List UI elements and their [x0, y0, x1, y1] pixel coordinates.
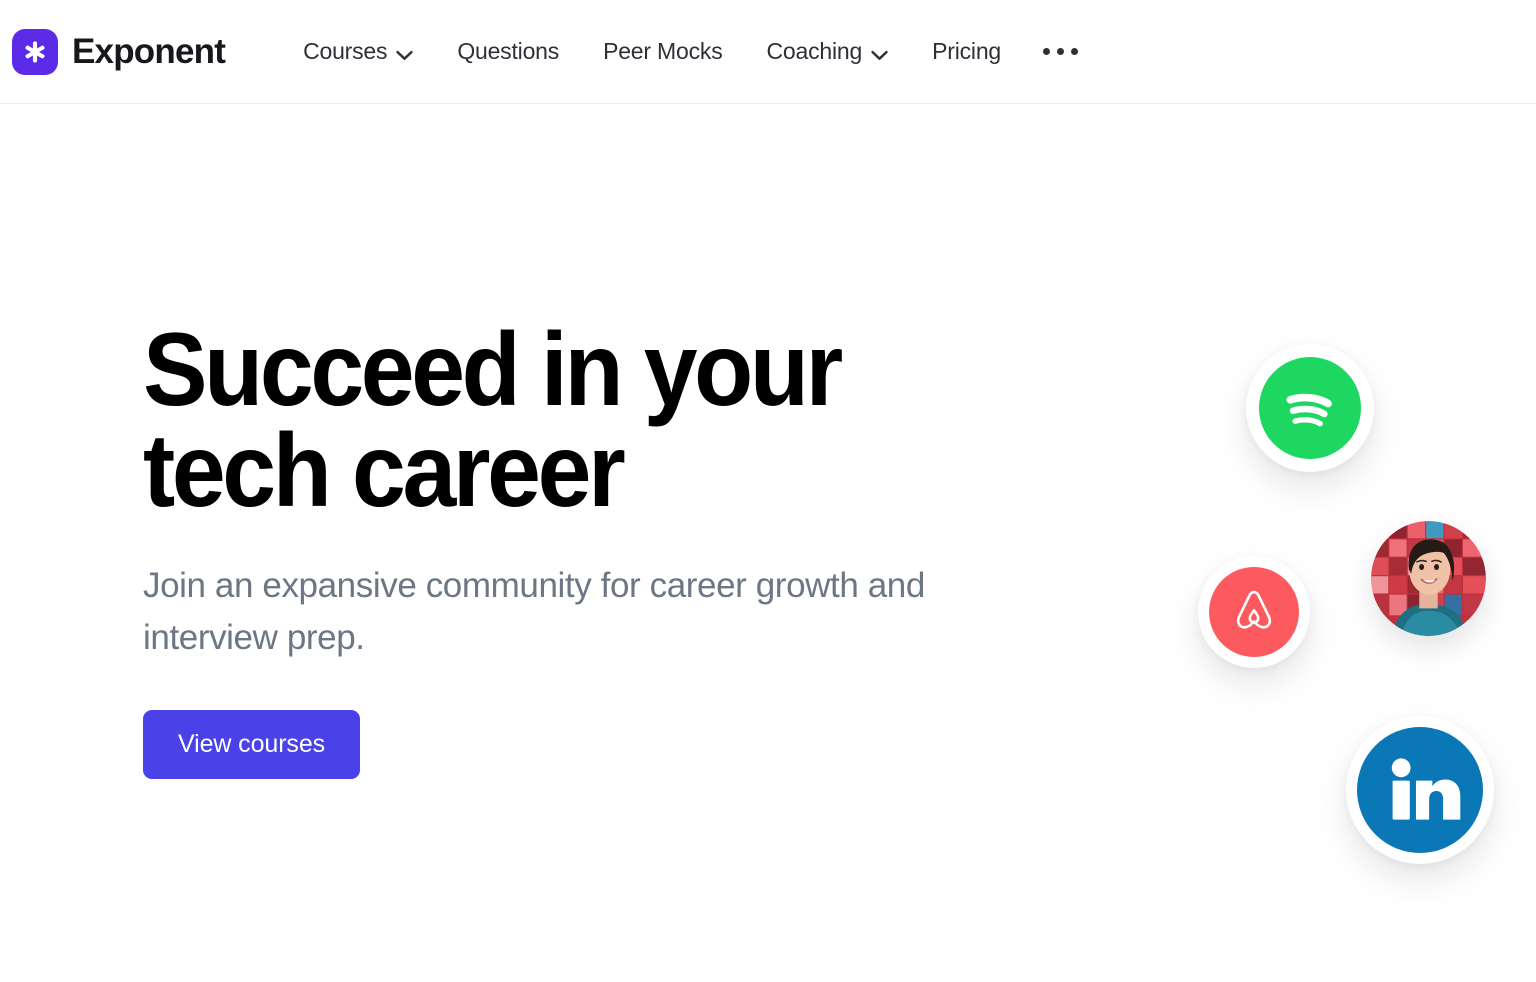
nav-item-courses[interactable]: Courses: [281, 29, 435, 75]
nav-item-questions[interactable]: Questions: [435, 30, 581, 73]
spotify-icon: [1259, 357, 1361, 459]
ellipsis-dot: [1043, 48, 1050, 55]
nav-item-label: Questions: [457, 38, 560, 64]
spotify-badge[interactable]: [1246, 344, 1374, 472]
nav-item-peer-mocks[interactable]: Peer Mocks: [581, 30, 744, 73]
hero-title-line-1: Succeed in your: [143, 312, 843, 428]
page-title: Succeed in your tech career: [143, 318, 1017, 523]
brand-name: Exponent: [72, 32, 226, 71]
nav-item-pricing[interactable]: Pricing: [910, 30, 1023, 73]
avatar[interactable]: [1371, 521, 1486, 636]
nav-item-label: Peer Mocks: [603, 38, 723, 64]
main-navigation: Courses Questions Peer Mocks Coaching Pr…: [281, 29, 1098, 75]
brand-logo-link[interactable]: Exponent: [12, 28, 226, 75]
chevron-down-icon: [396, 40, 413, 67]
asterisk-icon: [12, 28, 58, 75]
view-courses-button[interactable]: View courses: [143, 709, 361, 779]
nav-item-label: Coaching: [766, 38, 863, 64]
chevron-down-icon: [871, 40, 888, 67]
airbnb-icon: [1209, 567, 1299, 657]
ellipsis-icon[interactable]: [1023, 40, 1098, 63]
nav-item-label: Courses: [303, 38, 388, 64]
hero-section: Succeed in your tech career Join an expa…: [0, 104, 1536, 982]
site-header: Exponent Courses Questions Peer Mocks Co…: [0, 0, 1536, 104]
nav-item-label: Pricing: [932, 38, 1001, 64]
hero-copy: Succeed in your tech career Join an expa…: [143, 318, 1083, 779]
hero-subtitle: Join an expansive community for career g…: [143, 565, 925, 658]
hero-title-line-2: tech career: [143, 412, 626, 529]
ellipsis-dot: [1057, 48, 1064, 55]
airbnb-badge[interactable]: [1198, 556, 1310, 668]
linkedin-badge[interactable]: [1346, 716, 1494, 864]
nav-item-coaching[interactable]: Coaching: [745, 29, 911, 75]
ellipsis-dot: [1071, 48, 1078, 55]
linkedin-icon: [1357, 727, 1483, 853]
